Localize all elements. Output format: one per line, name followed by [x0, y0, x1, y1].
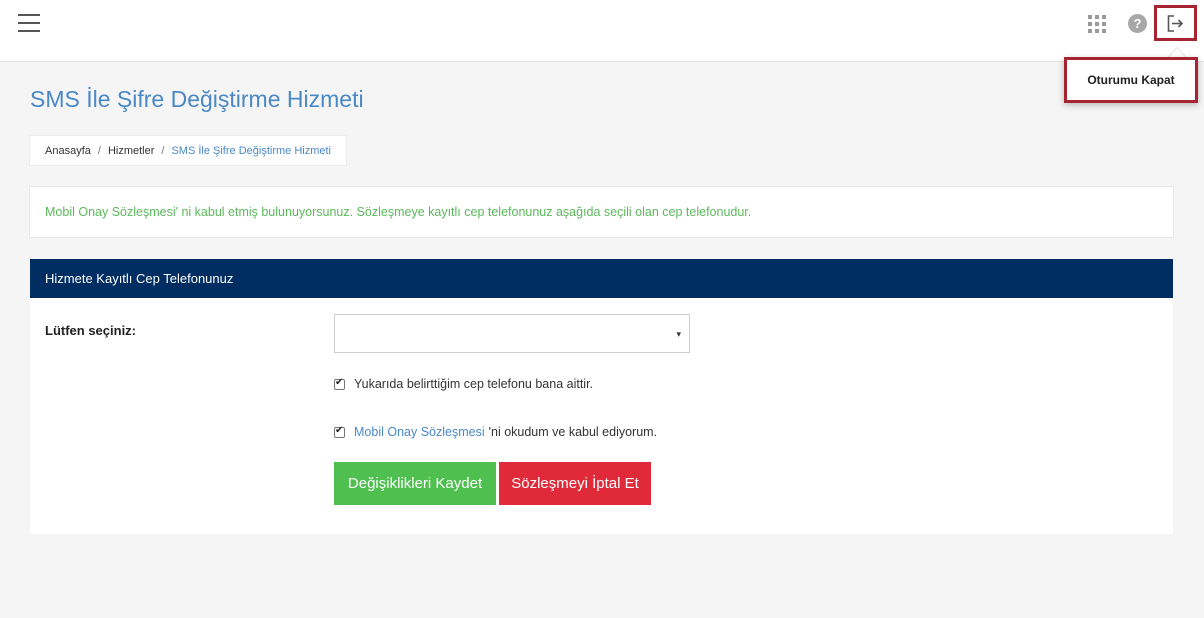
top-bar: ? — [0, 0, 1204, 62]
info-message-text: Mobil Onay Sözleşmesi' ni kabul etmiş bu… — [45, 205, 752, 219]
ownership-checkbox[interactable] — [334, 377, 345, 390]
breadcrumb-current: SMS İle Şifre Değiştirme Hizmeti — [171, 144, 331, 157]
panel-header: Hizmete Kayıtlı Cep Telefonunuz — [30, 259, 1173, 298]
logout-dropdown: Oturumu Kapat — [1064, 57, 1198, 103]
cancel-agreement-button[interactable]: Sözleşmeyi İptal Et — [499, 462, 651, 505]
phone-panel: Hizmete Kayıtlı Cep Telefonunuz Lütfen s… — [30, 259, 1173, 534]
agreement-checkbox[interactable] — [334, 425, 345, 438]
phone-select-label: Lütfen seçiniz: — [45, 323, 137, 338]
breadcrumb-services[interactable]: Hizmetler — [108, 145, 154, 157]
question-icon[interactable]: ? — [1128, 14, 1147, 33]
agreement-check-row: Mobil Onay Sözleşmesi 'ni okudum ve kabu… — [334, 425, 657, 439]
page-title: SMS İle Şifre Değiştirme Hizmeti — [30, 86, 364, 112]
ownership-check-row: Yukarıda belirttiğim cep telefonu bana a… — [334, 377, 593, 391]
caret-down-icon: ▾ — [676, 329, 681, 339]
agreement-link[interactable]: Mobil Onay Sözleşmesi — [354, 425, 485, 439]
grid-icon[interactable] — [1088, 15, 1106, 33]
logout-icon — [1167, 15, 1184, 32]
phone-select[interactable]: ▾ — [334, 314, 690, 353]
hamburger-icon[interactable] — [18, 14, 40, 36]
breadcrumb-separator: / — [161, 144, 165, 157]
agreement-check-label: 'ni okudum ve kabul ediyorum. — [488, 425, 658, 439]
logout-button[interactable] — [1154, 5, 1197, 41]
ownership-check-label: Yukarıda belirttiğim cep telefonu bana a… — [354, 377, 594, 391]
info-message: Mobil Onay Sözleşmesi' ni kabul etmiş bu… — [29, 186, 1174, 238]
panel-header-title: Hizmete Kayıtlı Cep Telefonunuz — [45, 271, 234, 286]
breadcrumb: Anasayfa / Hizmetler / SMS İle Şifre Değ… — [29, 135, 347, 166]
save-changes-button[interactable]: Değişiklikleri Kaydet — [334, 462, 496, 505]
breadcrumb-home[interactable]: Anasayfa — [45, 145, 91, 157]
logout-menu-item[interactable]: Oturumu Kapat — [1067, 60, 1195, 100]
breadcrumb-separator: / — [97, 144, 101, 157]
